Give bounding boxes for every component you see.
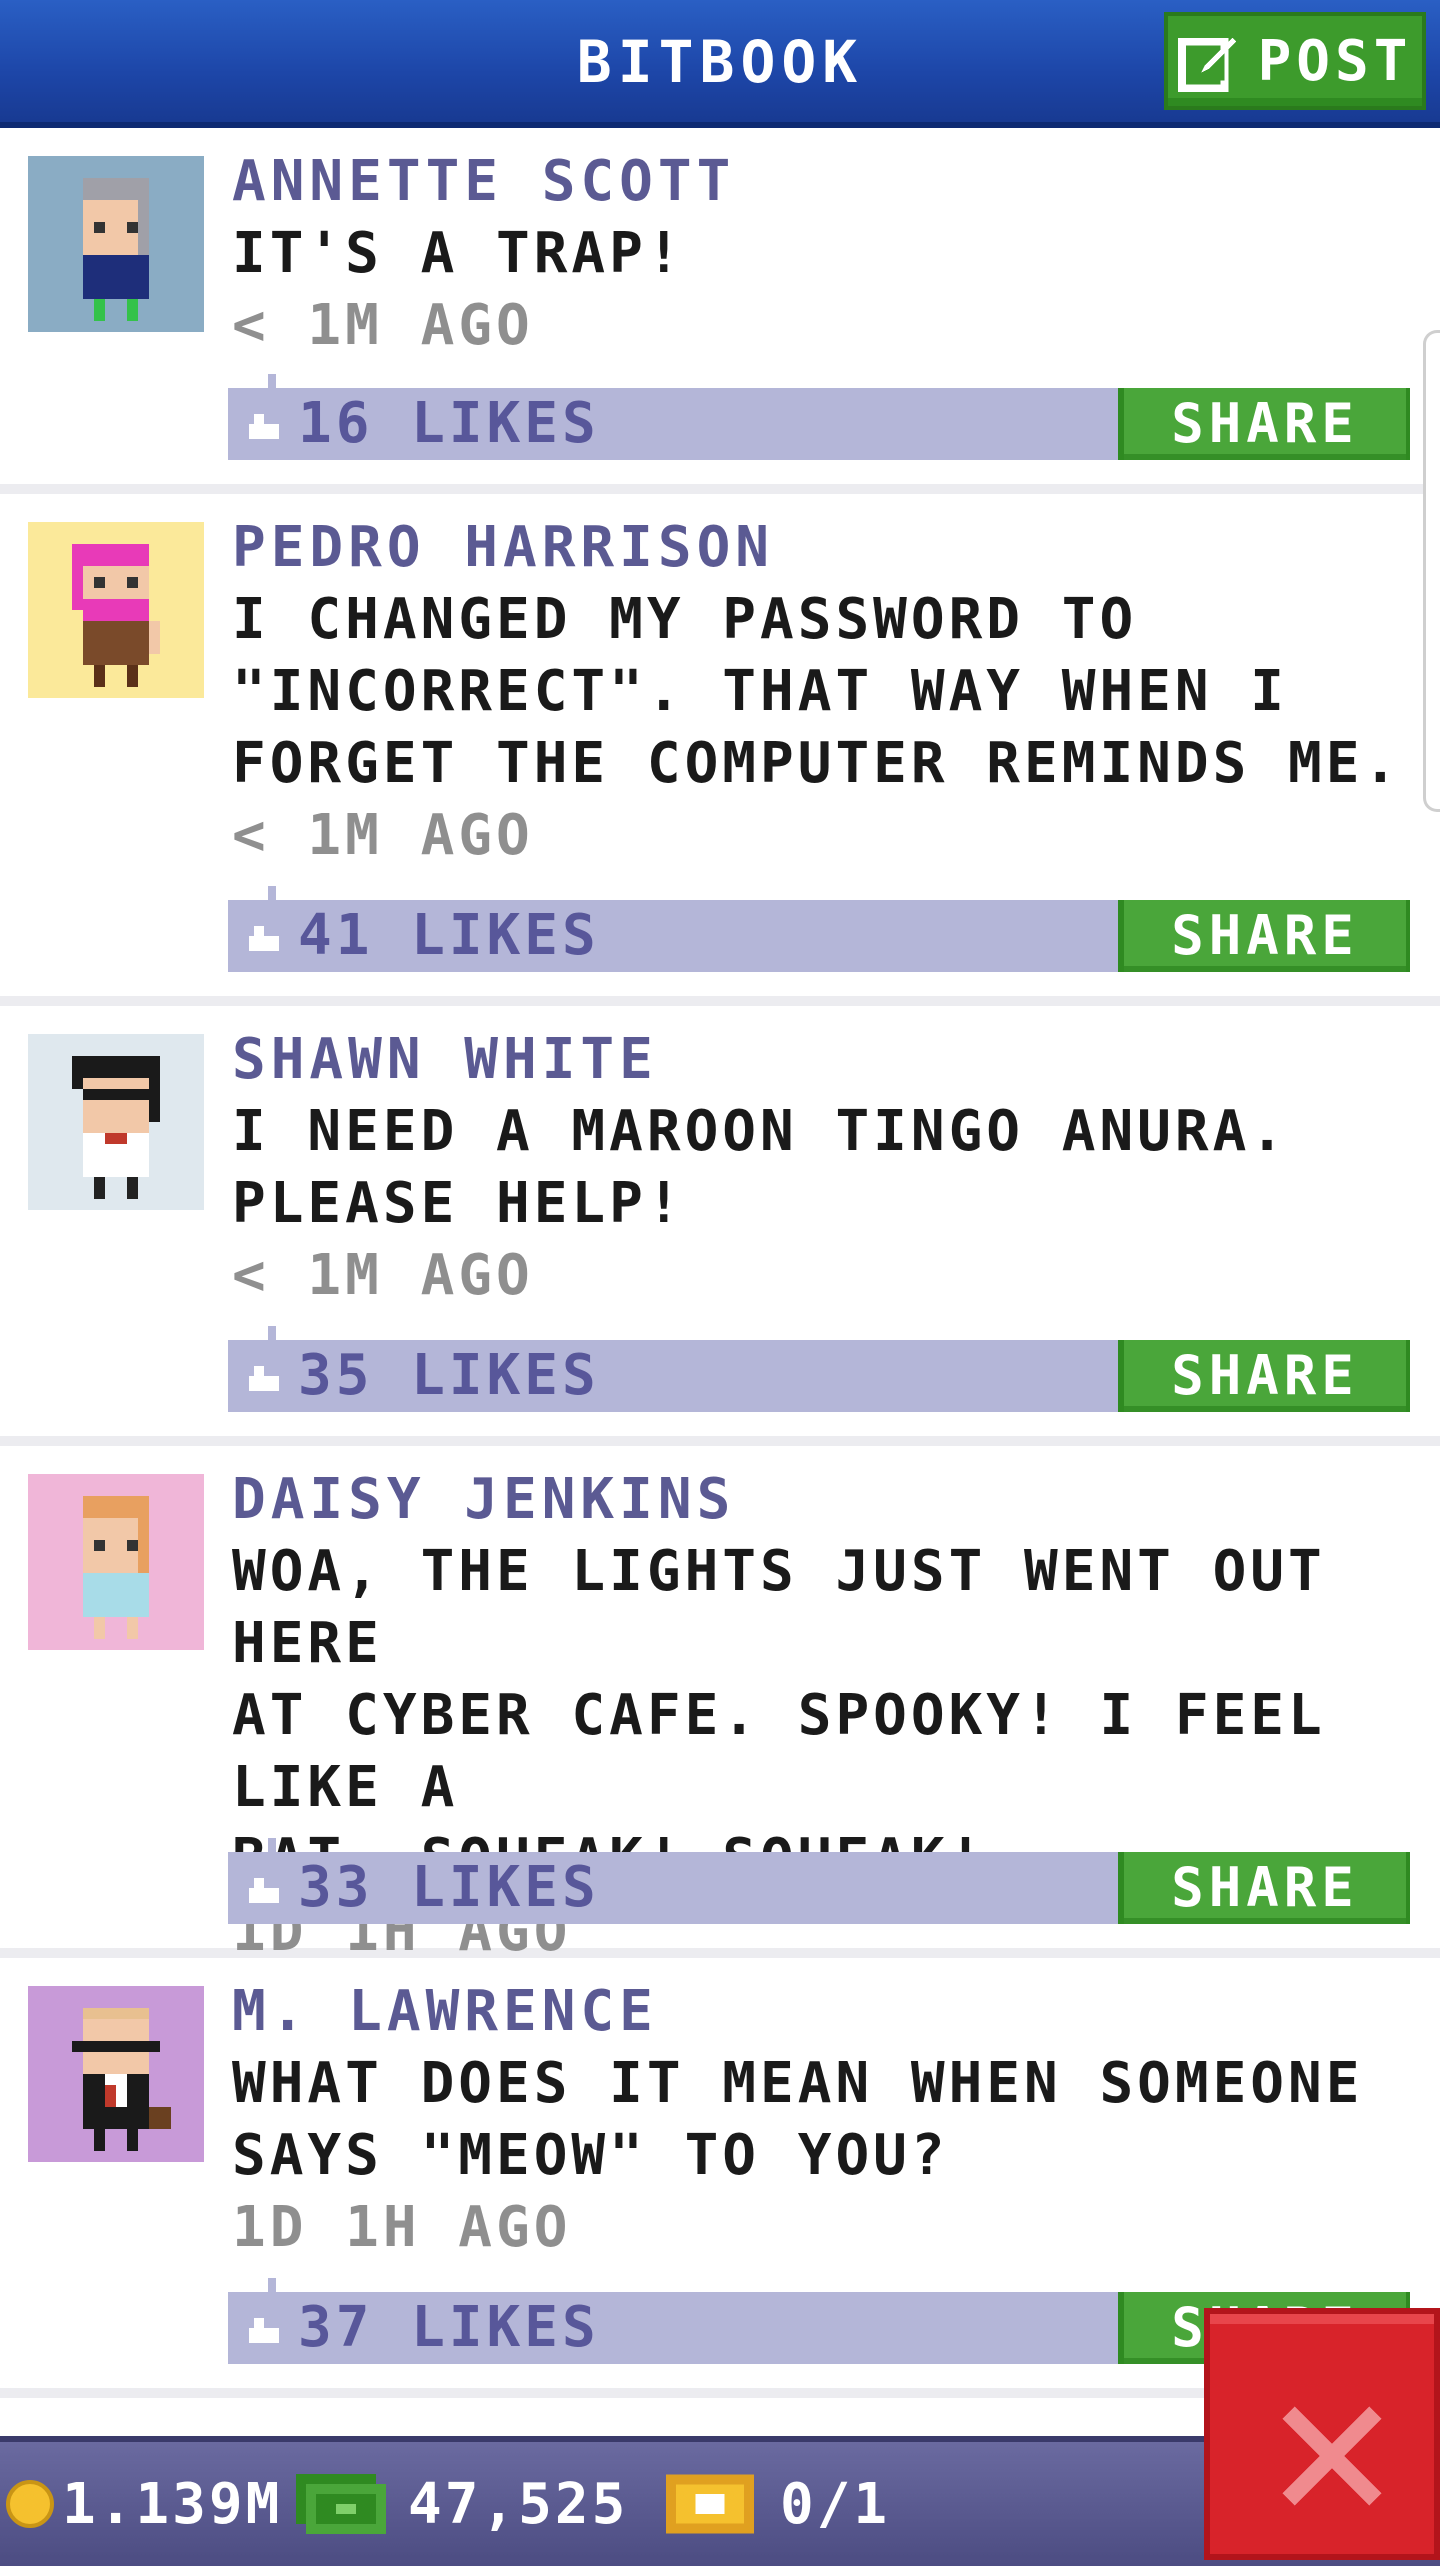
thumb-up-icon	[249, 1366, 279, 1391]
likes-count: 16 LIKES	[298, 391, 600, 456]
share-button[interactable]: SHARE	[1118, 1852, 1410, 1924]
feed-post: ANNETTE SCOTT IT'S A TRAP! < 1M AGO 16 L…	[0, 128, 1440, 494]
likes-count: 33 LIKES	[298, 1855, 600, 1920]
post-time: < 1M AGO	[232, 293, 534, 358]
tickets-value: 0/1	[780, 2471, 891, 2537]
post-author[interactable]: SHAWN WHITE	[232, 1024, 1420, 1096]
bux-stat: 47,525	[296, 2442, 628, 2566]
share-button[interactable]: SHARE	[1118, 900, 1410, 972]
avatar	[28, 1474, 204, 1650]
close-button[interactable]	[1204, 2308, 1440, 2560]
post-message: IT'S A TRAP!	[232, 221, 685, 286]
post-time: 1D 1H AGO	[232, 2195, 572, 2260]
likes-count: 37 LIKES	[298, 2295, 600, 2360]
thumb-up-icon	[249, 926, 279, 951]
post-time: < 1M AGO	[232, 803, 534, 868]
post-message: WOA, THE LIGHTS JUST WENT OUT HERE AT CY…	[232, 1539, 1326, 1892]
share-button[interactable]: SHARE	[1118, 1340, 1410, 1412]
close-icon	[1282, 2406, 1382, 2506]
news-feed[interactable]: ANNETTE SCOTT IT'S A TRAP! < 1M AGO 16 L…	[0, 128, 1440, 2398]
scrollbar[interactable]	[1423, 330, 1440, 812]
post-content: M. LAWRENCE WHAT DOES IT MEAN WHEN SOMEO…	[232, 1976, 1420, 2264]
post-time: < 1M AGO	[232, 1243, 534, 1308]
avatar	[28, 522, 204, 698]
post-author[interactable]: PEDRO HARRISON	[232, 512, 1420, 584]
post-author[interactable]: M. LAWRENCE	[232, 1976, 1420, 2048]
likes-count: 41 LIKES	[298, 903, 600, 968]
avatar	[28, 1986, 204, 2162]
bux-icon	[296, 2474, 386, 2534]
post-message: WHAT DOES IT MEAN WHEN SOMEONE SAYS "MEO…	[232, 2051, 1364, 2188]
feed-post: SHAWN WHITE I NEED A MAROON TINGO ANURA.…	[0, 1006, 1440, 1446]
likes-count-container: 16 LIKES	[244, 388, 600, 460]
post-button[interactable]: POST	[1164, 12, 1426, 110]
avatar	[28, 156, 204, 332]
likes-bar: 16 LIKES SHARE	[228, 374, 1410, 460]
likes-count-container: 41 LIKES	[244, 900, 600, 972]
likes-bar: 35 LIKES SHARE	[228, 1326, 1410, 1412]
ticket-icon	[666, 2474, 754, 2534]
likes-bar: 41 LIKES SHARE	[228, 886, 1410, 972]
post-message: I CHANGED MY PASSWORD TO "INCORRECT". TH…	[232, 587, 1402, 796]
post-message: I NEED A MAROON TINGO ANURA. PLEASE HELP…	[232, 1099, 1289, 1236]
edit-icon	[1177, 37, 1236, 92]
share-button[interactable]: SHARE	[1118, 388, 1410, 460]
thumb-up-icon	[249, 2318, 279, 2343]
post-author[interactable]: DAISY JENKINS	[232, 1464, 1420, 1536]
post-author[interactable]: ANNETTE SCOTT	[232, 146, 1420, 218]
coin-icon	[6, 2480, 54, 2528]
tickets-stat: 0/1	[666, 2442, 890, 2566]
avatar	[28, 1034, 204, 1210]
bux-value: 47,525	[408, 2471, 629, 2537]
likes-count-container: 35 LIKES	[244, 1340, 600, 1412]
likes-count: 35 LIKES	[298, 1343, 600, 1408]
likes-count-container: 33 LIKES	[244, 1852, 600, 1924]
feed-post: PEDRO HARRISON I CHANGED MY PASSWORD TO …	[0, 494, 1440, 1006]
post-content: SHAWN WHITE I NEED A MAROON TINGO ANURA.…	[232, 1024, 1420, 1312]
thumb-up-icon	[249, 414, 279, 439]
likes-bar: 33 LIKES SHARE	[228, 1838, 1410, 1924]
post-content: ANNETTE SCOTT IT'S A TRAP! < 1M AGO	[232, 146, 1420, 362]
thumb-up-icon	[249, 1878, 279, 1903]
coins-stat: 1.139M	[6, 2442, 282, 2566]
likes-count-container: 37 LIKES	[244, 2292, 600, 2364]
post-content: PEDRO HARRISON I CHANGED MY PASSWORD TO …	[232, 512, 1420, 872]
feed-post: DAISY JENKINS WOA, THE LIGHTS JUST WENT …	[0, 1446, 1440, 1964]
post-button-label: POST	[1257, 28, 1413, 94]
header-bar: BITBOOK POST	[0, 0, 1440, 128]
coins-value: 1.139M	[62, 2471, 283, 2537]
